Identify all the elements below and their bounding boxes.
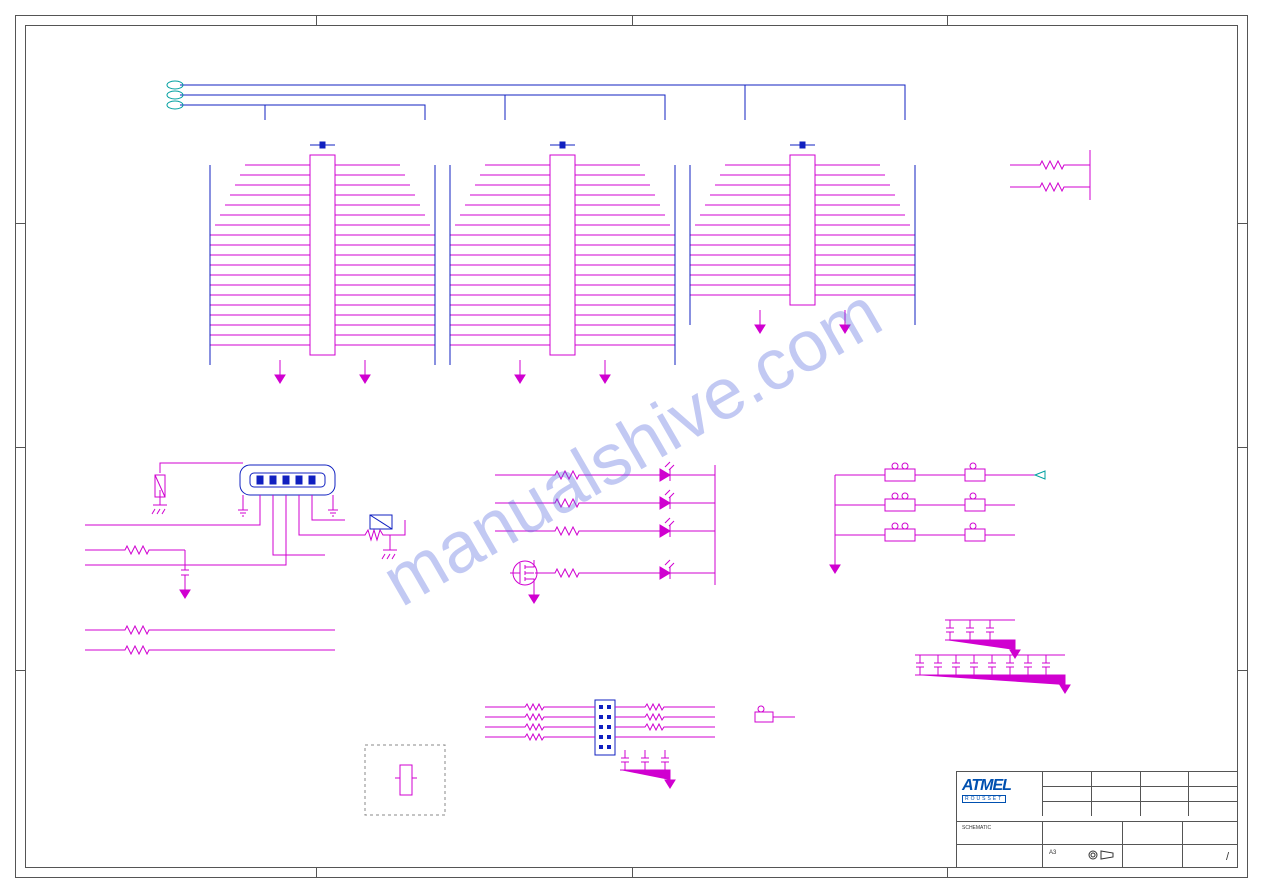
logo-subtext: ROUSSET <box>962 795 1006 803</box>
zone-tick <box>632 868 633 878</box>
size-field: A3 <box>1049 850 1056 856</box>
logo-text: ATMEL <box>962 777 1032 795</box>
connector-j1 <box>210 142 435 383</box>
top-bus-rails <box>180 85 905 120</box>
zone-tick <box>632 15 633 25</box>
pullup-resistors <box>1010 150 1090 200</box>
zone-tick <box>947 868 948 878</box>
projection-symbol-icon <box>1087 848 1263 893</box>
zone-tick <box>947 15 948 25</box>
connector-j2 <box>450 142 675 383</box>
title-block: ATMEL ROUSSET SCHEMATIC A3 / <box>956 771 1238 868</box>
schematic-sheet: manualshive.com ATMEL ROUSSET SCHEMATIC … <box>0 0 1263 893</box>
zone-tick <box>15 223 25 224</box>
doc-type: SCHEMATIC <box>962 825 991 831</box>
zone-tick <box>1238 223 1248 224</box>
led-section <box>495 462 715 603</box>
fiducial-block <box>365 745 445 815</box>
connector-j3 <box>690 142 915 333</box>
decoupling-caps <box>915 620 1070 693</box>
button-section <box>830 463 1045 573</box>
schematic-canvas <box>25 25 1238 868</box>
usb-section <box>85 463 405 654</box>
zone-tick <box>1238 447 1248 448</box>
atmel-logo: ATMEL ROUSSET <box>962 777 1032 803</box>
zone-tick <box>15 447 25 448</box>
zone-tick <box>15 670 25 671</box>
schematic-svg <box>25 25 1238 868</box>
page-slash: / <box>1226 851 1229 863</box>
zone-tick <box>316 868 317 878</box>
jtag-section <box>485 700 795 788</box>
zone-tick <box>316 15 317 25</box>
zone-tick <box>1238 670 1248 671</box>
